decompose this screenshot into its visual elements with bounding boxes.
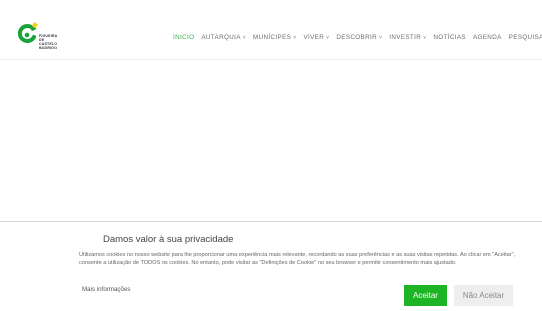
- chevron-down-icon: ˅: [293, 34, 297, 41]
- nav-item-viver[interactable]: VIVER ˅: [303, 34, 329, 41]
- cookie-consent-banner: Damos valor à sua privacidade Utilizamos…: [0, 221, 542, 311]
- nav-item-noticias[interactable]: NOTÍCIAS: [433, 34, 466, 41]
- nav-item-investir[interactable]: INVESTIR ˅: [389, 34, 426, 41]
- nav-item-municipes[interactable]: MUNÍCIPES ˅: [253, 34, 296, 41]
- site-logo[interactable]: FIGUEIRA DE CASTELO RODRIGO: [16, 22, 64, 52]
- nav-item-pesquisar[interactable]: PESQUISAR: [509, 34, 542, 41]
- site-header: FIGUEIRA DE CASTELO RODRIGO INICIO AUTARQ…: [0, 0, 542, 60]
- logo-divider: [39, 48, 47, 49]
- chevron-down-icon: ˅: [242, 34, 247, 41]
- page-content: [0, 61, 542, 221]
- nav-item-label: NOTÍCIAS: [433, 34, 466, 41]
- reject-cookies-button[interactable]: Não Aceitar: [454, 285, 513, 306]
- nav-item-agenda[interactable]: AGENDA: [473, 34, 502, 41]
- nav-item-autarquia[interactable]: AUTARQUIA ˅: [201, 34, 246, 41]
- chevron-down-icon: ˅: [379, 34, 383, 41]
- nav-item-label: MUNÍCIPES: [253, 34, 292, 41]
- chevron-down-icon: ˅: [423, 34, 427, 41]
- nav-item-label: VIVER: [303, 34, 325, 41]
- nav-item-label: AGENDA: [472, 34, 502, 41]
- nav-item-label: PESQUISAR: [508, 34, 542, 41]
- main-navigation: INICIO AUTARQUIA ˅ MUNÍCIPES ˅ VIVER ˅ DESCOBRI…: [173, 34, 542, 41]
- cookie-banner-title: Damos valor à sua privacidade: [103, 234, 234, 245]
- more-info-link[interactable]: Mais informações: [82, 286, 131, 293]
- nav-item-label: AUTARQUIA: [201, 34, 241, 41]
- nav-item-descobrir[interactable]: DESCOBRIR ˅: [336, 34, 382, 41]
- nav-item-label: INICIO: [173, 34, 195, 41]
- accept-cookies-button[interactable]: Aceitar: [404, 285, 447, 306]
- nav-item-label: INVESTIR: [389, 34, 422, 41]
- nav-item-inicio[interactable]: INICIO: [173, 34, 194, 41]
- nav-item-label: DESCOBRIR: [336, 34, 377, 41]
- cookie-banner-text: Utilizamos cookies no nosso website para…: [79, 252, 516, 267]
- chevron-down-icon: ˅: [326, 34, 330, 41]
- municipality-logo-icon: [17, 22, 38, 43]
